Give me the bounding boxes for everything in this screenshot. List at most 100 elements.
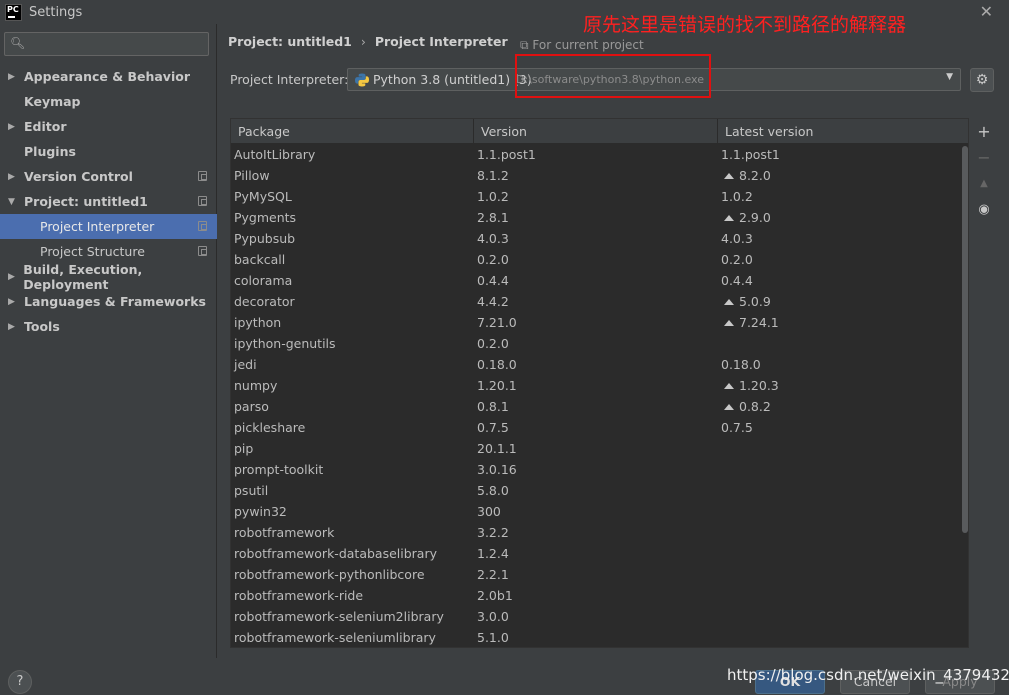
table-header: Package Version Latest version — [231, 119, 968, 144]
table-row[interactable]: AutoItLibrary 1.1.post1 1.1.post1 — [231, 144, 962, 165]
table-row[interactable]: robotframework-seleniumlibrary 5.1.0 — [231, 627, 962, 647]
chevron-right-icon[interactable]: ▶ — [8, 172, 18, 182]
search-input[interactable] — [29, 35, 204, 53]
table-row[interactable]: ipython 7.21.0 7.24.1 — [231, 312, 962, 333]
package-latest-version: 2.9.0 — [721, 207, 771, 228]
column-header-package[interactable]: Package — [231, 119, 474, 144]
copy-icon: ⧉ — [520, 38, 529, 52]
project-scope-icon — [198, 171, 207, 181]
package-latest-version: 0.2.0 — [721, 249, 753, 270]
column-header-version[interactable]: Version — [474, 119, 718, 144]
project-scope-icon — [198, 196, 207, 206]
table-row[interactable]: pip 20.1.1 — [231, 438, 962, 459]
project-scope-icon — [198, 246, 207, 256]
upgrade-available-icon — [724, 404, 734, 410]
table-row[interactable]: robotframework-selenium2library 3.0.0 — [231, 606, 962, 627]
sidebar-item-editor[interactable]: ▶ Editor — [0, 114, 217, 139]
package-name: decorator — [234, 294, 295, 309]
chevron-right-icon[interactable]: ▶ — [8, 297, 18, 307]
scrollbar-thumb[interactable] — [962, 146, 968, 533]
sidebar-item-label: Project Interpreter — [40, 219, 155, 234]
package-name: prompt-toolkit — [234, 462, 324, 477]
package-version: 1.2.4 — [477, 546, 509, 561]
table-row[interactable]: psutil 5.8.0 — [231, 480, 962, 501]
settings-search[interactable]: 🔍︎ — [4, 32, 209, 56]
sidebar-item-label: Keymap — [24, 94, 81, 109]
package-latest-version: 8.2.0 — [721, 165, 771, 186]
show-early-releases-button[interactable]: ◉ — [974, 196, 994, 222]
add-package-button[interactable]: + — [974, 118, 994, 144]
column-header-latest[interactable]: Latest version — [718, 119, 968, 144]
sidebar-item-project-structure[interactable]: Project Structure — [0, 239, 217, 264]
chevron-down-icon[interactable]: ▼ — [8, 197, 18, 207]
chevron-right-icon[interactable]: ▶ — [8, 72, 18, 82]
package-version: 2.2.1 — [477, 567, 509, 582]
package-name: robotframework-selenium2library — [234, 609, 444, 624]
table-row[interactable]: ipython-genutils 0.2.0 — [231, 333, 962, 354]
package-latest-version: 1.1.post1 — [721, 144, 780, 165]
package-latest-version: 4.0.3 — [721, 228, 753, 249]
breadcrumb-current: Project Interpreter — [374, 34, 508, 49]
table-row[interactable]: numpy 1.20.1 1.20.3 — [231, 375, 962, 396]
table-scrollbar[interactable] — [961, 144, 968, 647]
close-icon[interactable]: ✕ — [980, 2, 993, 21]
package-latest-version: 0.8.2 — [721, 396, 771, 417]
sidebar-item-plugins[interactable]: Plugins — [0, 139, 217, 164]
table-row[interactable]: colorama 0.4.4 0.4.4 — [231, 270, 962, 291]
table-row[interactable]: prompt-toolkit 3.0.16 — [231, 459, 962, 480]
sidebar-item-label: Plugins — [24, 144, 76, 159]
table-row[interactable]: backcall 0.2.0 0.2.0 — [231, 249, 962, 270]
breadcrumb-parent[interactable]: Project: untitled1 — [228, 34, 352, 49]
table-row[interactable]: robotframework-pythonlibcore 2.2.1 — [231, 564, 962, 585]
upgrade-available-icon — [724, 299, 734, 305]
table-row[interactable]: robotframework-ride 2.0b1 — [231, 585, 962, 606]
package-name: ipython-genutils — [234, 336, 336, 351]
sidebar-item-languages-frameworks[interactable]: ▶ Languages & Frameworks — [0, 289, 217, 314]
sidebar-item-version-control[interactable]: ▶ Version Control — [0, 164, 217, 189]
remove-package-button[interactable]: − — [974, 144, 994, 170]
table-row[interactable]: jedi 0.18.0 0.18.0 — [231, 354, 962, 375]
chevron-right-icon[interactable]: ▶ — [8, 272, 17, 282]
package-version: 3.2.2 — [477, 525, 509, 540]
sidebar-item-label: Tools — [24, 319, 60, 334]
settings-nav: ▶ Appearance & Behavior Keymap ▶ Editor Plugi… — [0, 64, 217, 339]
package-name: colorama — [234, 273, 293, 288]
package-version: 0.4.4 — [477, 273, 509, 288]
package-name: Pypubsub — [234, 231, 296, 246]
help-button[interactable]: ? — [8, 670, 32, 694]
breadcrumb: Project: untitled1 › Project Interpreter — [228, 34, 508, 49]
table-row[interactable]: Pygments 2.8.1 2.9.0 — [231, 207, 962, 228]
latest-version-text: 0.4.4 — [721, 273, 753, 288]
table-row[interactable]: PyMySQL 1.0.2 1.0.2 — [231, 186, 962, 207]
watermark-url: https://blog.csdn.net/weixin_43794324 — [727, 666, 1009, 684]
dropdown-arrow-icon[interactable]: ▼ — [946, 72, 953, 82]
chevron-right-icon[interactable]: ▶ — [8, 122, 18, 132]
sidebar-item-label: Project: untitled1 — [24, 194, 148, 209]
window-title: Settings — [29, 4, 83, 20]
package-version: 0.2.0 — [477, 252, 509, 267]
latest-version-text: 4.0.3 — [721, 231, 753, 246]
table-row[interactable]: pickleshare 0.7.5 0.7.5 — [231, 417, 962, 438]
table-row[interactable]: robotframework-databaselibrary 1.2.4 — [231, 543, 962, 564]
sidebar-item-build-execution-deployment[interactable]: ▶ Build, Execution, Deployment — [0, 262, 217, 292]
sidebar-item-appearance-behavior[interactable]: ▶ Appearance & Behavior — [0, 64, 217, 89]
interpreter-select[interactable]: Python 3.8 (untitled1) (3) D:\software\p… — [347, 68, 961, 91]
breadcrumb-separator: › — [360, 34, 366, 49]
interpreter-settings-button[interactable]: ⚙ — [970, 68, 994, 92]
sidebar-item-label: Version Control — [24, 169, 133, 184]
sidebar-item-tools[interactable]: ▶ Tools — [0, 314, 217, 339]
package-toolbar: + − ▲ ◉ — [974, 118, 994, 222]
upgrade-package-button[interactable]: ▲ — [974, 170, 994, 196]
package-name: PyMySQL — [234, 189, 292, 204]
table-row[interactable]: Pillow 8.1.2 8.2.0 — [231, 165, 962, 186]
package-name: jedi — [234, 357, 257, 372]
table-row[interactable]: decorator 4.4.2 5.0.9 — [231, 291, 962, 312]
sidebar-item-project-untitled1[interactable]: ▼ Project: untitled1 — [0, 189, 217, 214]
table-row[interactable]: parso 0.8.1 0.8.2 — [231, 396, 962, 417]
chevron-right-icon[interactable]: ▶ — [8, 322, 18, 332]
table-row[interactable]: robotframework 3.2.2 — [231, 522, 962, 543]
sidebar-item-keymap[interactable]: Keymap — [0, 89, 217, 114]
table-row[interactable]: Pypubsub 4.0.3 4.0.3 — [231, 228, 962, 249]
table-row[interactable]: pywin32 300 — [231, 501, 962, 522]
sidebar-item-project-interpreter[interactable]: Project Interpreter — [0, 214, 217, 239]
